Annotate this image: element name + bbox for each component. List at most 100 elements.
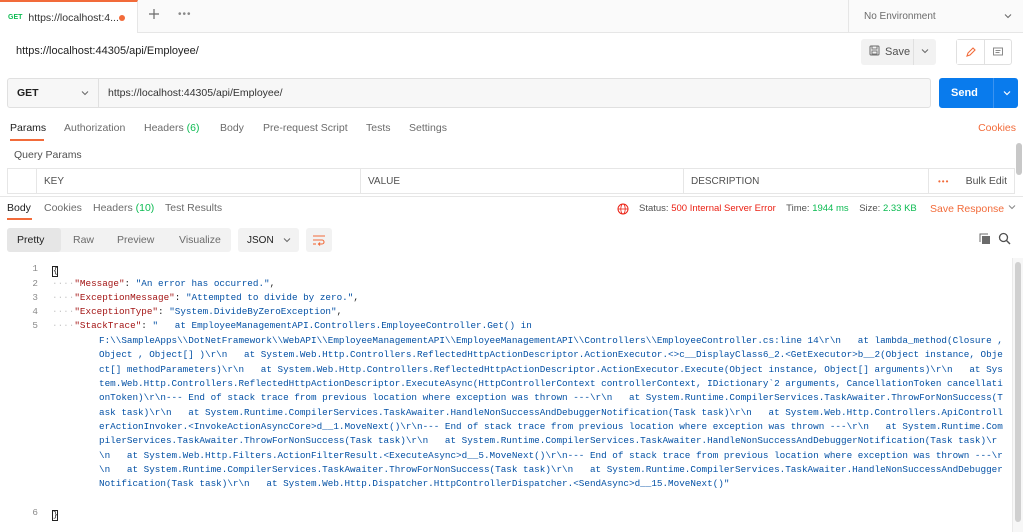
- status-value[interactable]: 500 Internal Server Error: [671, 203, 776, 214]
- time-value[interactable]: 1944 ms: [812, 203, 848, 214]
- code-line: ····"ExceptionType": "System.DivideByZer…: [52, 306, 343, 317]
- response-meta: Status: 500 Internal Server Error Time: …: [639, 203, 917, 214]
- status-label: Status:: [639, 203, 669, 214]
- response-tabs: Body Cookies Headers (10) Test Results S…: [0, 198, 1023, 220]
- view-toggle: [956, 39, 1012, 65]
- tab-tests[interactable]: Tests: [366, 122, 391, 134]
- json-value: "Attempted to divide by zero.": [185, 292, 354, 303]
- tab-response-cookies[interactable]: Cookies: [44, 202, 82, 214]
- tab-headers[interactable]: Headers (6): [144, 122, 199, 134]
- request-tabs: Params Authorization Headers (6) Body Pr…: [0, 117, 1023, 141]
- code-line: }: [52, 507, 58, 521]
- stack-trace-value: F:\\SampleApps\\DotNetFramework\\WebAPI\…: [99, 335, 1009, 490]
- params-col-description: DESCRIPTION: [683, 169, 928, 193]
- tab-method: GET: [8, 14, 23, 21]
- query-params-title: Query Params: [14, 149, 82, 161]
- chevron-down-icon: [1007, 203, 1017, 215]
- chevron-down-icon[interactable]: [919, 45, 931, 60]
- edit-icon[interactable]: [957, 40, 985, 64]
- format-buttons: Pretty Raw Preview Visualize: [7, 228, 231, 252]
- tab-test-results[interactable]: Test Results: [165, 202, 222, 214]
- save-label: Save: [885, 46, 911, 58]
- response-headers-count: (10): [135, 202, 155, 214]
- raw-button[interactable]: Raw: [63, 228, 104, 252]
- json-key: "StackTrace": [74, 320, 142, 331]
- tab-bar: GET https://localhost:4... ••• No Enviro…: [0, 0, 1023, 33]
- format-select-label: JSON: [247, 234, 274, 246]
- brace-close: }: [52, 510, 58, 521]
- json-key: "ExceptionMessage": [74, 292, 175, 303]
- line-number: 2: [32, 278, 38, 289]
- tab-response-headers[interactable]: Headers (10): [93, 202, 154, 214]
- tab-body[interactable]: Body: [220, 122, 244, 134]
- tab-settings[interactable]: Settings: [409, 122, 447, 134]
- brace-open: {: [52, 266, 58, 277]
- tab-response-body[interactable]: Body: [7, 202, 31, 214]
- headers-count: (6): [186, 122, 200, 134]
- json-key: "Message": [74, 278, 125, 289]
- json-key: "ExceptionType": [74, 306, 159, 317]
- line-number: 6: [32, 507, 38, 518]
- json-value: " at EmployeeManagementAPI.Controllers.E…: [152, 320, 532, 331]
- line-number: 4: [32, 306, 38, 317]
- wrap-icon[interactable]: [306, 228, 332, 252]
- title-row: https://localhost:44305/api/Employee/ Sa…: [0, 33, 1023, 73]
- params-table-header: KEY VALUE DESCRIPTION ••• Bulk Edit: [7, 168, 1015, 194]
- line-number: 3: [32, 292, 38, 303]
- line-number: 5: [32, 320, 38, 331]
- active-tab-indicator: [10, 139, 44, 141]
- more-icon[interactable]: •••: [938, 177, 949, 186]
- url-input[interactable]: https://localhost:44305/api/Employee/: [108, 87, 283, 99]
- plus-icon[interactable]: [148, 7, 160, 25]
- tab-prerequest-script[interactable]: Pre-request Script: [263, 122, 348, 134]
- search-icon[interactable]: [998, 232, 1011, 248]
- save-response-button[interactable]: Save Response: [930, 202, 1017, 215]
- send-button[interactable]: Send: [939, 78, 1018, 108]
- request-tab[interactable]: GET https://localhost:4...: [0, 0, 138, 33]
- environment-select[interactable]: No Environment: [848, 0, 1023, 33]
- visualize-button[interactable]: Visualize: [169, 228, 231, 252]
- chevron-down-icon[interactable]: [1002, 88, 1012, 101]
- size-value[interactable]: 2.33 KB: [883, 203, 917, 214]
- code-line: ····"StackTrace": " at EmployeeManagemen…: [52, 320, 532, 331]
- active-response-tab-indicator: [7, 218, 32, 220]
- size-label: Size:: [859, 203, 881, 214]
- comment-icon[interactable]: [985, 40, 1011, 64]
- code-line: {: [52, 263, 58, 277]
- code-line: ····"ExceptionMessage": "Attempted to di…: [52, 292, 359, 303]
- chevron-down-icon: [80, 88, 90, 101]
- scrollbar-thumb[interactable]: [1015, 262, 1021, 522]
- params-checkbox-column: [8, 169, 36, 193]
- chevron-down-icon: [1003, 11, 1013, 24]
- method-select[interactable]: GET: [8, 79, 99, 107]
- line-number: 1: [32, 263, 38, 274]
- globe-icon[interactable]: [617, 203, 629, 218]
- method-label: GET: [17, 87, 39, 99]
- chevron-down-icon: [282, 235, 292, 248]
- save-button[interactable]: Save: [861, 39, 936, 65]
- response-body[interactable]: 1 2 3 4 5 6 { ····"Message": "An error h…: [0, 258, 1012, 532]
- copy-icon[interactable]: [979, 233, 991, 248]
- url-bar: GET https://localhost:44305/api/Employee…: [7, 78, 931, 108]
- request-title[interactable]: https://localhost:44305/api/Employee/: [16, 45, 199, 57]
- bulk-edit-link[interactable]: Bulk Edit: [966, 175, 1007, 187]
- unsaved-dot: [119, 15, 125, 21]
- environment-label: No Environment: [864, 11, 936, 22]
- time-label: Time:: [786, 203, 810, 214]
- tab-url: https://localhost:4...: [28, 11, 119, 24]
- pretty-button[interactable]: Pretty: [7, 228, 61, 252]
- tab-params[interactable]: Params: [10, 122, 46, 134]
- params-col-value: VALUE: [360, 169, 683, 193]
- json-value: "System.DivideByZeroException": [169, 306, 337, 317]
- request-scrollbar[interactable]: [1016, 143, 1022, 175]
- format-select[interactable]: JSON: [238, 228, 299, 252]
- response-scrollbar[interactable]: [1012, 258, 1023, 532]
- tab-authorization[interactable]: Authorization: [64, 122, 125, 134]
- cookies-link[interactable]: Cookies: [978, 122, 1016, 134]
- pane-divider[interactable]: [0, 196, 1023, 197]
- code-line: ····"Message": "An error has occurred.",: [52, 278, 276, 289]
- send-label: Send: [951, 87, 978, 99]
- more-tabs-icon[interactable]: •••: [178, 9, 192, 20]
- json-value: "An error has occurred.": [135, 278, 270, 289]
- preview-button[interactable]: Preview: [107, 228, 164, 252]
